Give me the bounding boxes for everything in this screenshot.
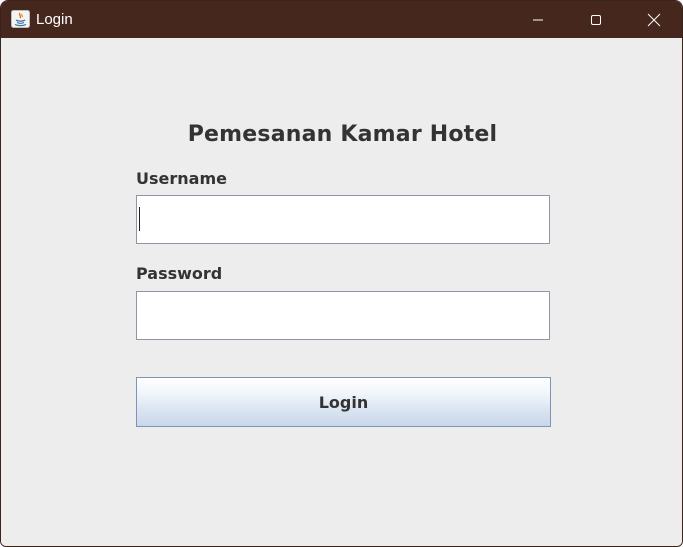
password-field[interactable] (136, 291, 550, 340)
close-button[interactable] (625, 1, 682, 38)
minimize-icon (532, 14, 544, 26)
form-heading: Pemesanan Kamar Hotel (187, 122, 498, 147)
login-window: Login Pemesanan Kamar Hotel Username Pas… (0, 0, 683, 547)
maximize-button[interactable] (567, 1, 625, 38)
login-button[interactable]: Login (136, 377, 551, 427)
password-label: Password (136, 264, 223, 283)
username-label: Username (136, 169, 227, 188)
window-title: Login (36, 11, 73, 28)
java-icon (11, 10, 30, 28)
maximize-icon (590, 14, 602, 26)
title-bar[interactable]: Login (1, 1, 682, 38)
username-field[interactable] (136, 195, 550, 244)
text-caret (139, 207, 140, 231)
login-form-panel: Pemesanan Kamar Hotel Username Password … (1, 38, 682, 546)
minimize-button[interactable] (509, 1, 567, 38)
close-icon (647, 13, 661, 27)
